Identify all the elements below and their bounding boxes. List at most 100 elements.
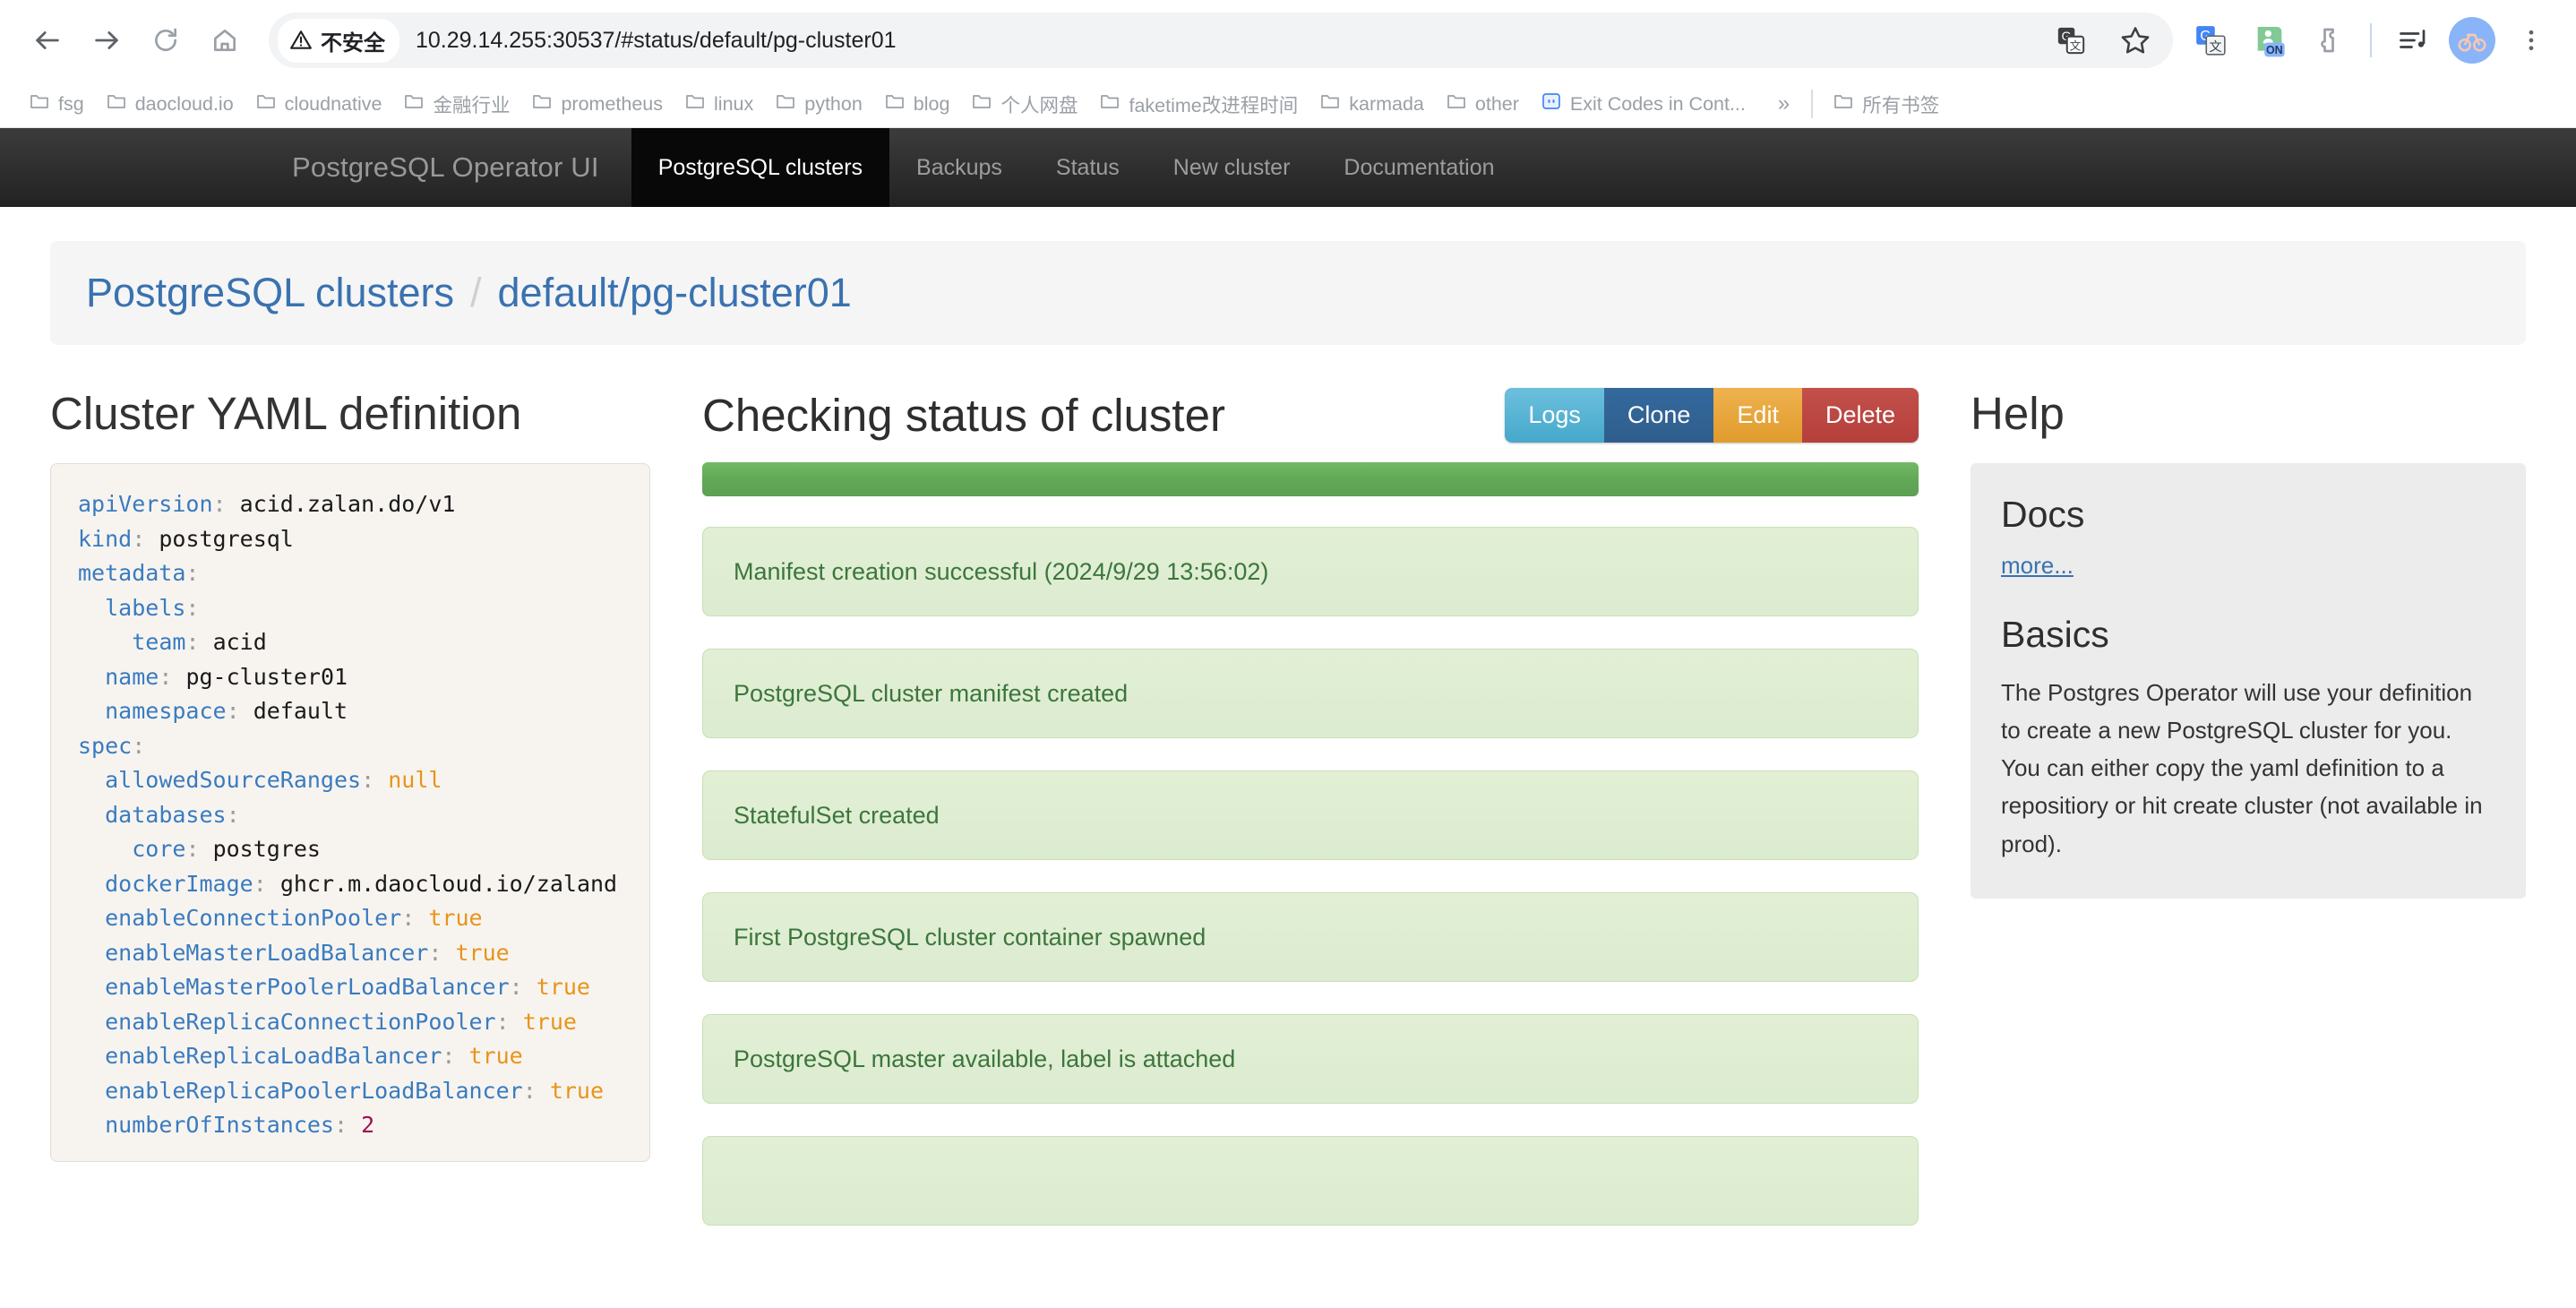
tab-backups[interactable]: Backups (889, 128, 1029, 207)
bookmark-label: cloudnative (284, 92, 382, 115)
clone-button[interactable]: Clone (1603, 388, 1714, 443)
cluster-actions: Logs Clone Edit Delete (1505, 388, 1919, 443)
bookmark-label: fsg (58, 92, 84, 115)
bookmark-item[interactable]: karmada (1309, 85, 1435, 123)
status-message-item: StatefulSet created (702, 770, 1919, 861)
help-basics-heading: Basics (2001, 614, 2109, 656)
bookmark-item[interactable]: faketime改进程时间 (1088, 85, 1309, 124)
status-message-item: PostgreSQL cluster manifest created (702, 649, 1919, 739)
svg-text:ON: ON (2266, 44, 2283, 56)
browser-chrome: 不安全 10.29.14.255:30537/#status/default/p… (0, 0, 2576, 128)
folder-icon (1833, 90, 1854, 117)
bookmark-item[interactable]: daocloud.io (95, 85, 245, 123)
google-translate-extension-icon[interactable]: G文 (2185, 15, 2236, 65)
bookmarks-overflow-icon[interactable]: » (1765, 91, 1802, 116)
help-title: Help (1971, 388, 2065, 439)
extensions-puzzle-icon[interactable] (2304, 15, 2354, 65)
warning-triangle-icon (290, 30, 312, 49)
app-nav-links: PostgreSQL clusters Backups Status New c… (631, 128, 1522, 207)
forward-arrow-icon[interactable] (79, 13, 134, 68)
extension-on-badge-icon[interactable]: ON (2245, 15, 2295, 65)
toolbar-divider (2370, 23, 2372, 57)
delete-button[interactable]: Delete (1801, 388, 1919, 443)
app-brand[interactable]: PostgreSQL Operator UI (260, 128, 631, 207)
omnibox-actions: G文 (2046, 15, 2166, 65)
bookmark-label: blog (913, 92, 950, 115)
yaml-panel[interactable]: apiVersion: acid.zalan.do/v1 kind: postg… (50, 463, 650, 1163)
bookmark-label: prometheus (561, 92, 664, 115)
bookmark-label: Exit Codes in Cont... (1569, 92, 1746, 115)
reload-icon[interactable] (138, 13, 193, 68)
url-text: 10.29.14.255:30537/#status/default/pg-cl… (416, 27, 897, 53)
tab-new-cluster[interactable]: New cluster (1146, 128, 1318, 207)
app-navbar: PostgreSQL Operator UI PostgreSQL cluste… (0, 128, 2576, 207)
folder-icon (29, 90, 50, 117)
bookmark-item[interactable]: 金融行业 (392, 85, 520, 124)
folder-icon (1099, 90, 1121, 117)
folder-icon (884, 90, 906, 117)
help-column: Help Docs more... Basics The Postgres Op… (1944, 388, 2526, 899)
extension-toolbar: G文 ON (2185, 15, 2556, 65)
status-message-item: PostgreSQL master available, label is at… (702, 1014, 1919, 1105)
bookmarks-bar: fsg daocloud.io cloudnative 金融行业 prometh… (0, 81, 2576, 127)
breadcrumb: PostgreSQL clusters / default/pg-cluster… (50, 241, 2526, 345)
bookmark-label: faketime改进程时间 (1129, 94, 1299, 116)
bookmark-item[interactable]: blog (873, 85, 961, 123)
logs-button[interactable]: Logs (1505, 388, 1604, 443)
status-message-item: Manifest creation successful (2024/9/29 … (702, 527, 1919, 617)
bookmark-item[interactable]: 个人网盘 (960, 85, 1088, 124)
avatar[interactable] (2447, 15, 2497, 65)
status-title: Checking status of cluster (702, 390, 1225, 442)
main-content: Cluster YAML definition apiVersion: acid… (0, 345, 2576, 1258)
status-progress-bar (702, 462, 1919, 497)
browser-toolbar: 不安全 10.29.14.255:30537/#status/default/p… (0, 0, 2576, 81)
bookmark-item[interactable]: fsg (18, 85, 95, 123)
bookmark-item[interactable]: linux (674, 85, 764, 123)
all-bookmarks-button[interactable]: 所有书签 (1822, 85, 1950, 124)
omnibox[interactable]: 不安全 10.29.14.255:30537/#status/default/p… (269, 13, 2173, 68)
bookmark-item[interactable]: cloudnative (245, 85, 393, 123)
breadcrumb-current-link[interactable]: default/pg-cluster01 (498, 270, 852, 316)
tab-documentation[interactable]: Documentation (1317, 128, 1521, 207)
svg-text:文: 文 (2070, 39, 2082, 53)
breadcrumb-root-link[interactable]: PostgreSQL clusters (86, 270, 454, 316)
bookmark-item[interactable]: python (764, 85, 873, 123)
folder-icon (1319, 90, 1341, 117)
bookmark-label: daocloud.io (134, 92, 234, 115)
media-playlist-icon[interactable] (2388, 15, 2438, 65)
folder-icon (775, 90, 796, 117)
bookmark-item[interactable]: prometheus (520, 85, 674, 123)
page-title: Cluster YAML definition (50, 388, 522, 439)
not-secure-badge[interactable]: 不安全 (278, 18, 399, 63)
bookmark-item[interactable]: Exit Codes in Cont... (1530, 85, 1756, 123)
yaml-column: Cluster YAML definition apiVersion: acid… (50, 388, 677, 1163)
status-message-item: First PostgreSQL cluster container spawn… (702, 892, 1919, 983)
help-docs-heading: Docs (2001, 494, 2085, 536)
home-icon[interactable] (197, 13, 253, 68)
edit-button[interactable]: Edit (1713, 388, 1802, 443)
bookmark-label: python (804, 92, 863, 115)
bookmarks-divider (1811, 90, 1814, 118)
tab-status[interactable]: Status (1029, 128, 1146, 207)
folder-icon (971, 90, 992, 117)
help-more-link[interactable]: more... (2001, 552, 2074, 580)
bookmark-item[interactable]: other (1435, 85, 1530, 123)
translate-icon[interactable]: G文 (2046, 15, 2096, 65)
bookmark-label: 个人网盘 (1000, 94, 1078, 116)
status-header: Checking status of cluster Logs Clone Ed… (702, 388, 1919, 443)
folder-icon (531, 90, 553, 117)
folder-icon (255, 90, 277, 117)
browser-menu-icon[interactable] (2506, 15, 2556, 65)
bookmark-label: other (1474, 92, 1519, 115)
all-bookmarks-label: 所有书签 (1862, 94, 1940, 116)
yaml-code: apiVersion: acid.zalan.do/v1 kind: postg… (78, 491, 618, 1139)
folder-icon (106, 90, 127, 117)
bookmark-label: karmada (1349, 92, 1424, 115)
help-basics-body: The Postgres Operator will use your defi… (2001, 679, 2483, 857)
status-column: Checking status of cluster Logs Clone Ed… (677, 388, 1944, 1258)
translate-glyph: G文 (2057, 27, 2085, 55)
back-arrow-icon[interactable] (20, 13, 75, 68)
bookmark-star-icon[interactable] (2110, 15, 2160, 65)
tab-postgresql-clusters[interactable]: PostgreSQL clusters (631, 128, 890, 207)
page-icon (1541, 90, 1562, 117)
